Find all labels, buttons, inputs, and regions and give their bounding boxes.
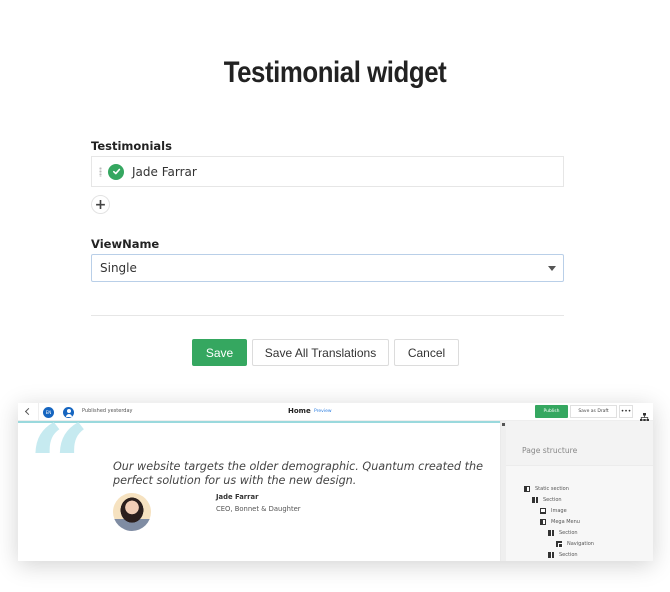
tree-node-label: Image bbox=[551, 508, 567, 514]
tree-node[interactable]: Section bbox=[548, 550, 578, 560]
tree-node[interactable]: Section bbox=[548, 528, 578, 538]
tree-node-label: Section bbox=[559, 552, 578, 558]
editor-topbar: EN Published yesterday Home Preview Publ… bbox=[18, 403, 653, 422]
testimonial-item-name: Jade Farrar bbox=[132, 164, 197, 179]
testimonial-quote: Our website targets the older demographi… bbox=[113, 460, 483, 487]
tree-node-label: Section bbox=[559, 530, 578, 536]
static-node-icon bbox=[540, 519, 546, 525]
viewname-selected-value: Single bbox=[100, 261, 137, 275]
quote-mark-icon: “ bbox=[28, 403, 91, 528]
tree-node[interactable]: Image bbox=[540, 506, 567, 516]
tree-node-label: Section bbox=[543, 497, 562, 503]
more-options-button[interactable]: ••• bbox=[619, 405, 633, 418]
page-preview-screenshot: EN Published yesterday Home Preview Publ… bbox=[18, 403, 653, 561]
author-role: CEO, Bonnet & Daughter bbox=[216, 505, 301, 513]
check-circle-icon bbox=[108, 163, 124, 180]
viewname-label: ViewName bbox=[91, 237, 160, 251]
publish-button[interactable]: Publish bbox=[535, 405, 568, 418]
page-title: Testimonial widget bbox=[223, 56, 447, 89]
selected-widget-outline bbox=[18, 421, 500, 423]
preview-link[interactable]: Preview bbox=[314, 409, 332, 414]
tree-node-label: Navigation bbox=[567, 541, 594, 547]
testimonials-label: Testimonials bbox=[91, 139, 172, 153]
section-node-icon bbox=[548, 552, 554, 558]
viewname-select[interactable]: Single bbox=[91, 254, 564, 282]
sitemap-icon[interactable] bbox=[640, 407, 649, 422]
section-node-icon bbox=[532, 497, 538, 503]
tree-node-label: Mega Menu bbox=[551, 519, 580, 525]
page-structure-panel: Page structure Static section Section Imag… bbox=[500, 421, 653, 561]
save-all-translations-button[interactable]: Save All Translations bbox=[252, 339, 389, 366]
author-avatar bbox=[113, 493, 151, 531]
tree-node[interactable]: Mega Menu bbox=[540, 517, 580, 527]
static-node-icon bbox=[524, 486, 530, 492]
add-testimonial-button[interactable]: + bbox=[91, 195, 110, 214]
cancel-button[interactable]: Cancel bbox=[394, 339, 459, 366]
tree-node[interactable]: Section bbox=[532, 495, 562, 505]
image-node-icon bbox=[540, 508, 546, 514]
tree-node[interactable]: Static section bbox=[524, 484, 569, 494]
tree-node[interactable]: Navigation bbox=[556, 539, 594, 549]
divider bbox=[91, 315, 564, 316]
tree-node-label: Static section bbox=[535, 486, 569, 492]
page-name: Home bbox=[288, 407, 311, 415]
nav-node-icon bbox=[556, 541, 563, 548]
save-as-draft-button[interactable]: Save as Draft bbox=[570, 405, 617, 418]
panel-title: Page structure bbox=[522, 446, 578, 455]
author-name: Jade Farrar bbox=[216, 493, 259, 501]
testimonial-list-item[interactable]: Jade Farrar bbox=[91, 156, 564, 187]
section-node-icon bbox=[548, 530, 554, 536]
panel-header: Page structure bbox=[506, 421, 653, 466]
collapse-icon bbox=[502, 423, 505, 426]
save-button[interactable]: Save bbox=[192, 339, 247, 366]
drag-handle-icon[interactable] bbox=[99, 166, 102, 177]
plus-icon: + bbox=[94, 196, 107, 213]
chevron-down-icon bbox=[548, 266, 556, 271]
